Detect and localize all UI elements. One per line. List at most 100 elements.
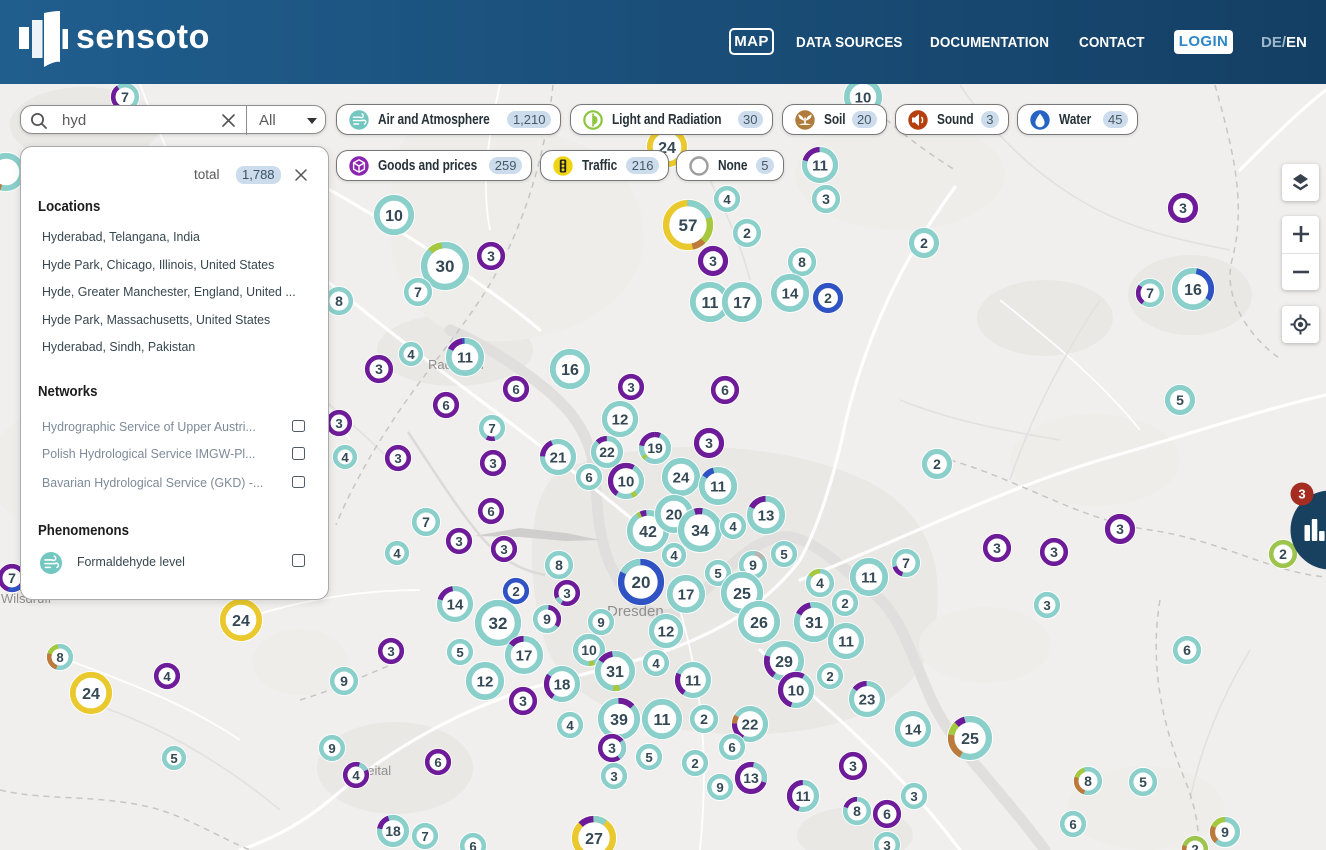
svg-text:2: 2 bbox=[1279, 546, 1287, 562]
svg-text:6: 6 bbox=[487, 504, 494, 519]
svg-text:10: 10 bbox=[581, 642, 597, 658]
svg-text:11: 11 bbox=[861, 569, 877, 586]
svg-text:9: 9 bbox=[340, 673, 348, 689]
svg-text:3: 3 bbox=[519, 693, 527, 709]
svg-text:21: 21 bbox=[550, 449, 567, 466]
svg-text:24: 24 bbox=[232, 613, 250, 630]
svg-text:17: 17 bbox=[678, 586, 695, 603]
svg-text:8: 8 bbox=[798, 254, 806, 270]
svg-text:7: 7 bbox=[8, 570, 16, 586]
svg-text:3: 3 bbox=[709, 253, 717, 269]
svg-text:31: 31 bbox=[606, 664, 624, 681]
svg-text:2: 2 bbox=[1191, 842, 1198, 850]
svg-text:7: 7 bbox=[1146, 285, 1154, 301]
svg-text:4: 4 bbox=[729, 519, 737, 534]
svg-text:12: 12 bbox=[658, 623, 675, 640]
svg-text:4: 4 bbox=[670, 548, 678, 563]
svg-text:14: 14 bbox=[447, 596, 464, 613]
svg-text:31: 31 bbox=[805, 615, 823, 632]
svg-text:3: 3 bbox=[455, 534, 462, 549]
svg-text:6: 6 bbox=[721, 382, 729, 398]
svg-text:3: 3 bbox=[489, 456, 496, 471]
svg-text:3: 3 bbox=[822, 191, 830, 207]
svg-text:5: 5 bbox=[780, 547, 787, 562]
svg-text:2: 2 bbox=[824, 290, 832, 306]
svg-text:9: 9 bbox=[1221, 824, 1229, 840]
svg-text:6: 6 bbox=[512, 382, 519, 397]
svg-text:4: 4 bbox=[407, 347, 415, 362]
svg-text:2: 2 bbox=[743, 225, 751, 241]
svg-text:9: 9 bbox=[597, 615, 604, 630]
svg-text:11: 11 bbox=[796, 788, 811, 804]
svg-text:7: 7 bbox=[421, 829, 428, 844]
svg-text:23: 23 bbox=[859, 691, 876, 708]
svg-text:2: 2 bbox=[841, 596, 848, 611]
svg-text:6: 6 bbox=[434, 755, 441, 770]
svg-text:4: 4 bbox=[163, 669, 171, 684]
svg-text:57: 57 bbox=[679, 216, 698, 235]
svg-text:11: 11 bbox=[702, 295, 719, 312]
svg-text:3: 3 bbox=[487, 248, 495, 264]
svg-text:3: 3 bbox=[387, 644, 394, 659]
svg-text:3: 3 bbox=[335, 416, 342, 431]
svg-text:9: 9 bbox=[328, 741, 335, 756]
svg-text:5: 5 bbox=[714, 566, 721, 581]
svg-text:4: 4 bbox=[352, 768, 360, 783]
svg-text:3: 3 bbox=[563, 586, 570, 601]
svg-text:27: 27 bbox=[585, 831, 603, 848]
svg-text:3: 3 bbox=[1043, 598, 1050, 613]
svg-text:3: 3 bbox=[849, 758, 857, 774]
svg-text:3: 3 bbox=[375, 361, 383, 377]
svg-text:3: 3 bbox=[1179, 200, 1187, 216]
svg-text:2: 2 bbox=[920, 235, 928, 251]
svg-text:9: 9 bbox=[543, 611, 551, 627]
svg-text:10: 10 bbox=[385, 208, 403, 225]
svg-text:4: 4 bbox=[566, 718, 574, 733]
svg-text:3: 3 bbox=[1116, 521, 1124, 537]
svg-text:14: 14 bbox=[782, 285, 799, 302]
svg-text:13: 13 bbox=[758, 507, 775, 524]
svg-text:4: 4 bbox=[341, 450, 349, 465]
svg-text:12: 12 bbox=[477, 673, 494, 690]
svg-text:8: 8 bbox=[56, 650, 63, 665]
svg-text:5: 5 bbox=[1139, 774, 1147, 790]
svg-text:6: 6 bbox=[442, 398, 449, 413]
svg-text:16: 16 bbox=[561, 362, 579, 379]
svg-text:9: 9 bbox=[749, 557, 757, 573]
svg-text:26: 26 bbox=[750, 615, 768, 632]
svg-text:13: 13 bbox=[743, 770, 759, 786]
svg-text:3: 3 bbox=[610, 769, 617, 784]
svg-text:10: 10 bbox=[788, 682, 805, 699]
svg-text:3: 3 bbox=[394, 451, 401, 466]
svg-text:7: 7 bbox=[422, 514, 430, 530]
svg-text:4: 4 bbox=[816, 575, 824, 591]
svg-text:9: 9 bbox=[716, 780, 723, 795]
svg-text:3: 3 bbox=[883, 838, 890, 850]
svg-text:3: 3 bbox=[705, 435, 713, 451]
svg-text:5: 5 bbox=[170, 751, 177, 766]
svg-text:11: 11 bbox=[457, 349, 473, 366]
svg-text:8: 8 bbox=[1084, 773, 1092, 789]
svg-text:7: 7 bbox=[488, 421, 495, 436]
svg-text:5: 5 bbox=[1176, 392, 1184, 408]
svg-text:19: 19 bbox=[647, 440, 663, 456]
svg-text:5: 5 bbox=[456, 645, 463, 660]
svg-text:3: 3 bbox=[608, 740, 616, 756]
svg-text:8: 8 bbox=[335, 293, 343, 309]
svg-text:11: 11 bbox=[710, 478, 726, 495]
svg-text:12: 12 bbox=[612, 411, 629, 428]
svg-text:22: 22 bbox=[742, 716, 759, 733]
svg-text:4: 4 bbox=[652, 656, 660, 671]
svg-text:6: 6 bbox=[1183, 642, 1191, 658]
svg-text:7: 7 bbox=[121, 89, 129, 105]
svg-text:3: 3 bbox=[1298, 487, 1305, 502]
svg-text:2: 2 bbox=[700, 711, 708, 727]
svg-text:24: 24 bbox=[673, 469, 690, 486]
svg-text:11: 11 bbox=[685, 672, 701, 689]
svg-text:5: 5 bbox=[645, 750, 652, 765]
svg-text:18: 18 bbox=[554, 676, 571, 693]
svg-text:7: 7 bbox=[414, 284, 422, 300]
svg-text:25: 25 bbox=[961, 731, 979, 748]
svg-text:11: 11 bbox=[812, 157, 828, 174]
svg-text:7: 7 bbox=[902, 555, 910, 571]
